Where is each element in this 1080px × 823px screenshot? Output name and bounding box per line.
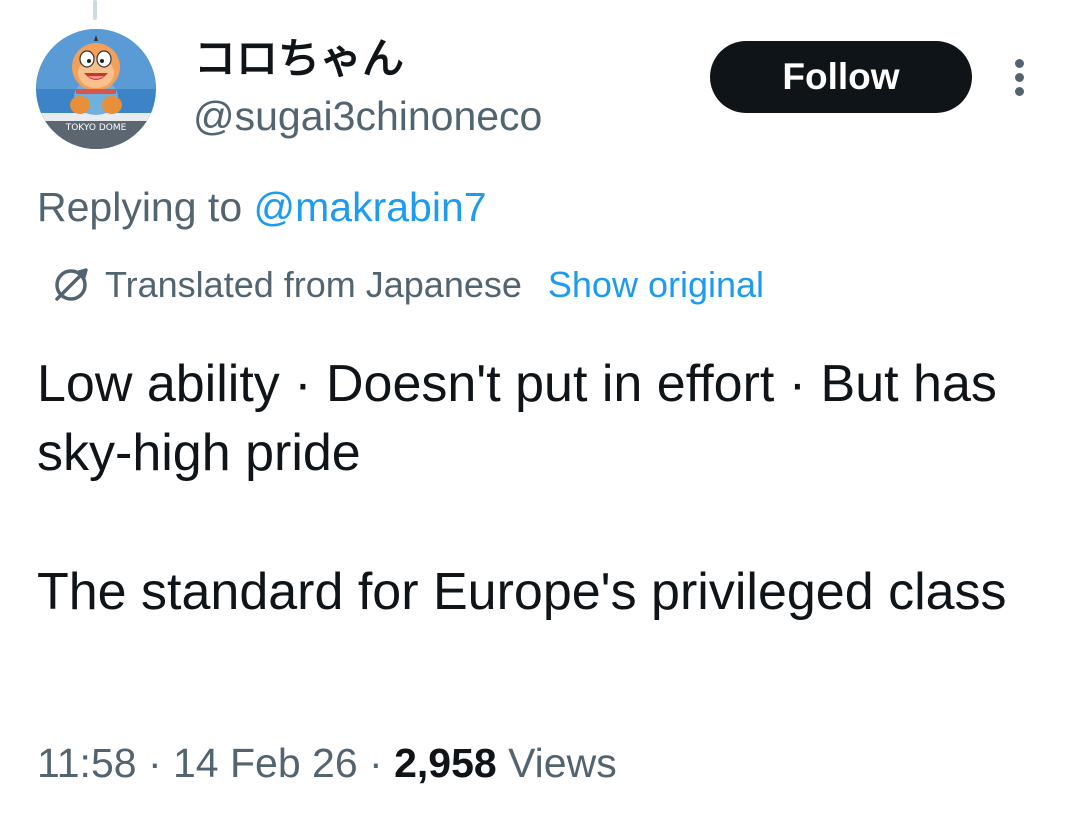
ellipsis-dot [1015,73,1024,82]
meta-separator: · [357,740,395,786]
more-options-button[interactable] [1004,55,1036,99]
tweet-paragraph: Low ability · Doesn't put in effort · Bu… [37,355,1012,482]
replying-to-line: Replying to @makrabin7 [37,182,487,232]
follow-button[interactable]: Follow [710,41,972,113]
translation-notice: Translated from Japanese Show original [49,262,764,308]
replying-to-label: Replying to [37,184,254,230]
tweet-time[interactable]: 11:58 [37,740,137,786]
avatar-sign-text: TOKYO DOME [65,123,127,133]
translated-label: Translated from Japanese [105,264,522,305]
thread-connector-line [93,0,97,20]
ellipsis-dot [1015,87,1024,96]
avatar[interactable]: TOKYO DOME [36,29,156,149]
reply-mention-link[interactable]: @makrabin7 [254,184,487,230]
tweet-text: Low ability · Doesn't put in effort · Bu… [37,350,1037,627]
vertical-ellipsis-icon [1015,59,1024,68]
user-handle[interactable]: @sugai3chinoneco [193,92,542,140]
views-count[interactable]: 2,958 [394,740,497,786]
tweet-paragraph: The standard for Europe's privileged cla… [37,563,1007,621]
cartoon-character-avatar-icon: TOKYO DOME [36,29,156,149]
globe-icon [55,268,88,301]
show-original-link[interactable]: Show original [548,264,764,306]
tweet-date[interactable]: 14 Feb 26 [173,740,358,786]
display-name[interactable]: コロちゃん [194,33,404,85]
meta-separator: · [136,740,173,786]
tweet-meta: 11:58 · 14 Feb 26 · 2,958 Views [37,738,617,788]
views-label: Views [496,740,617,786]
